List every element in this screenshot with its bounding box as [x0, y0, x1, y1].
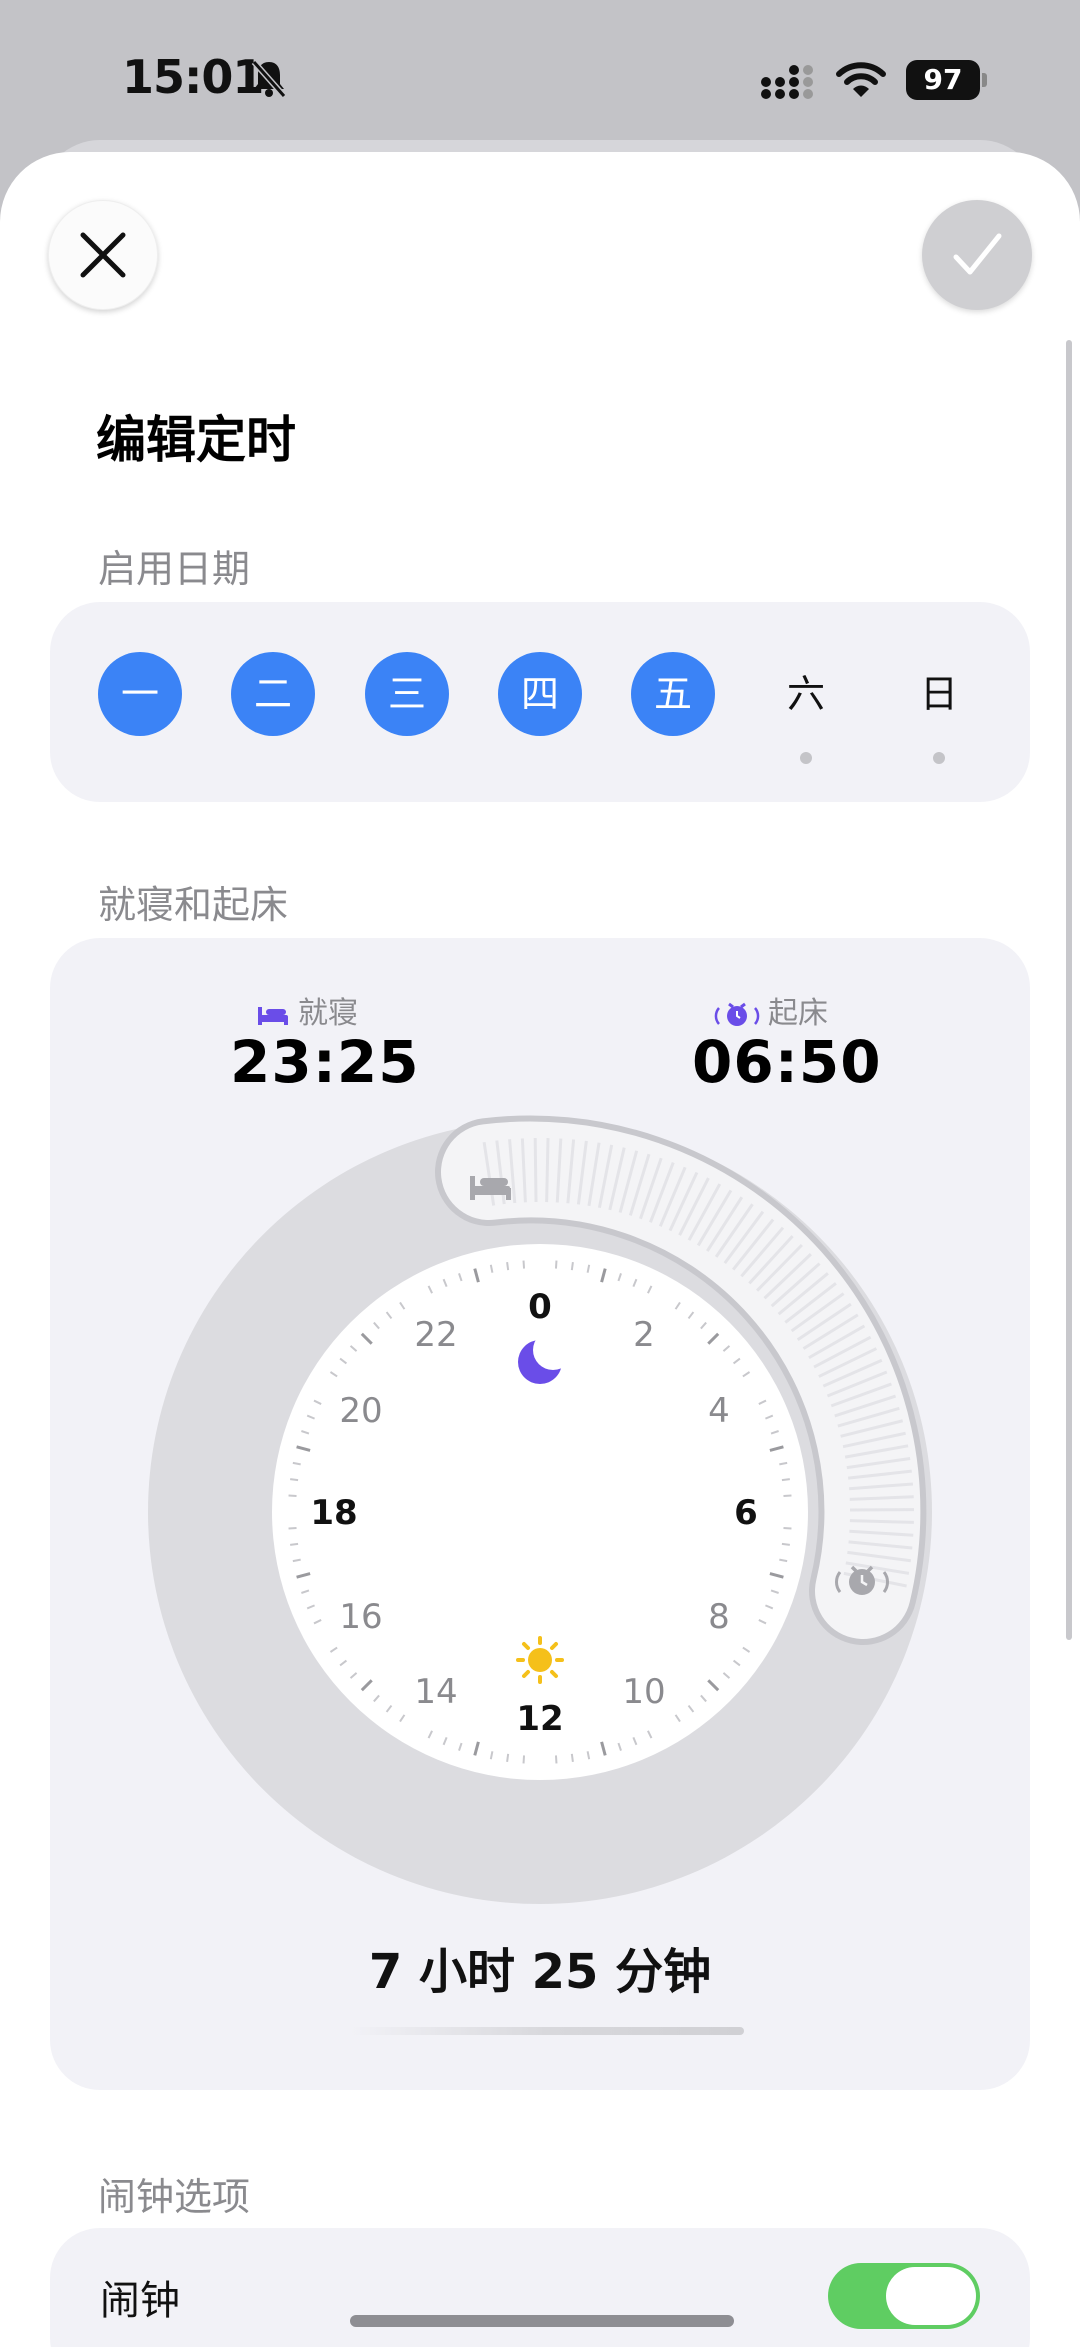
battery-icon: 97: [906, 60, 987, 100]
home-indicator[interactable]: [350, 2315, 734, 2327]
close-icon: [80, 232, 126, 278]
day-toggle-sat[interactable]: 六: [764, 652, 848, 736]
status-time: 15:01: [122, 50, 264, 104]
wake-value[interactable]: 06:50: [692, 1028, 882, 1096]
alarm-options-card: 闹钟: [50, 2228, 1030, 2347]
sleep-duration: 7 小时 25 分钟: [368, 1944, 712, 2000]
day-toggle-wed[interactable]: 三: [365, 652, 449, 736]
alarm-toggle-knob: [886, 2267, 976, 2325]
day-toggle-mon[interactable]: 一: [98, 652, 182, 736]
scroll-indicator[interactable]: [1066, 340, 1072, 1640]
signal-icon: [761, 65, 813, 99]
day-indicator-dot: [933, 752, 945, 764]
alarm-label: 闹钟: [100, 2278, 180, 2324]
status-bar: 15:01 97: [0, 0, 1080, 150]
battery-level: 97: [906, 60, 980, 100]
confirm-button[interactable]: [922, 200, 1032, 310]
close-button[interactable]: [48, 200, 158, 310]
day-toggle-thu[interactable]: 四: [498, 652, 582, 736]
bedtime-value[interactable]: 23:25: [230, 1028, 420, 1096]
bedtime-label: 就寝: [256, 988, 358, 1032]
checkmark-icon: [953, 233, 1002, 275]
day-toggle-fri[interactable]: 五: [631, 652, 715, 736]
day-toggle-sun[interactable]: 日: [897, 652, 981, 736]
battery-cap: [982, 73, 987, 87]
day-toggle-tue[interactable]: 二: [231, 652, 315, 736]
wake-label-text: 起床: [768, 996, 828, 1031]
sleep-section-label: 就寝和起床: [98, 883, 289, 927]
duration-goal-bar: [350, 2027, 744, 2035]
wifi-icon: [836, 62, 886, 97]
bell-off-icon: [251, 60, 287, 98]
bedtime-label-text: 就寝: [298, 996, 358, 1031]
page-title: 编辑定时: [96, 411, 296, 469]
alarm-toggle[interactable]: [828, 2263, 980, 2329]
alarm-section-label: 闹钟选项: [98, 2175, 251, 2219]
days-card: 一 二 三 四 五 六 日: [50, 602, 1030, 802]
bed-icon: [258, 1006, 288, 1025]
schedule-section-label: 启用日期: [98, 547, 251, 591]
day-indicator-dot: [800, 752, 812, 764]
alarm-clock-icon: [714, 1002, 760, 1026]
wake-label: 起床: [714, 988, 828, 1032]
